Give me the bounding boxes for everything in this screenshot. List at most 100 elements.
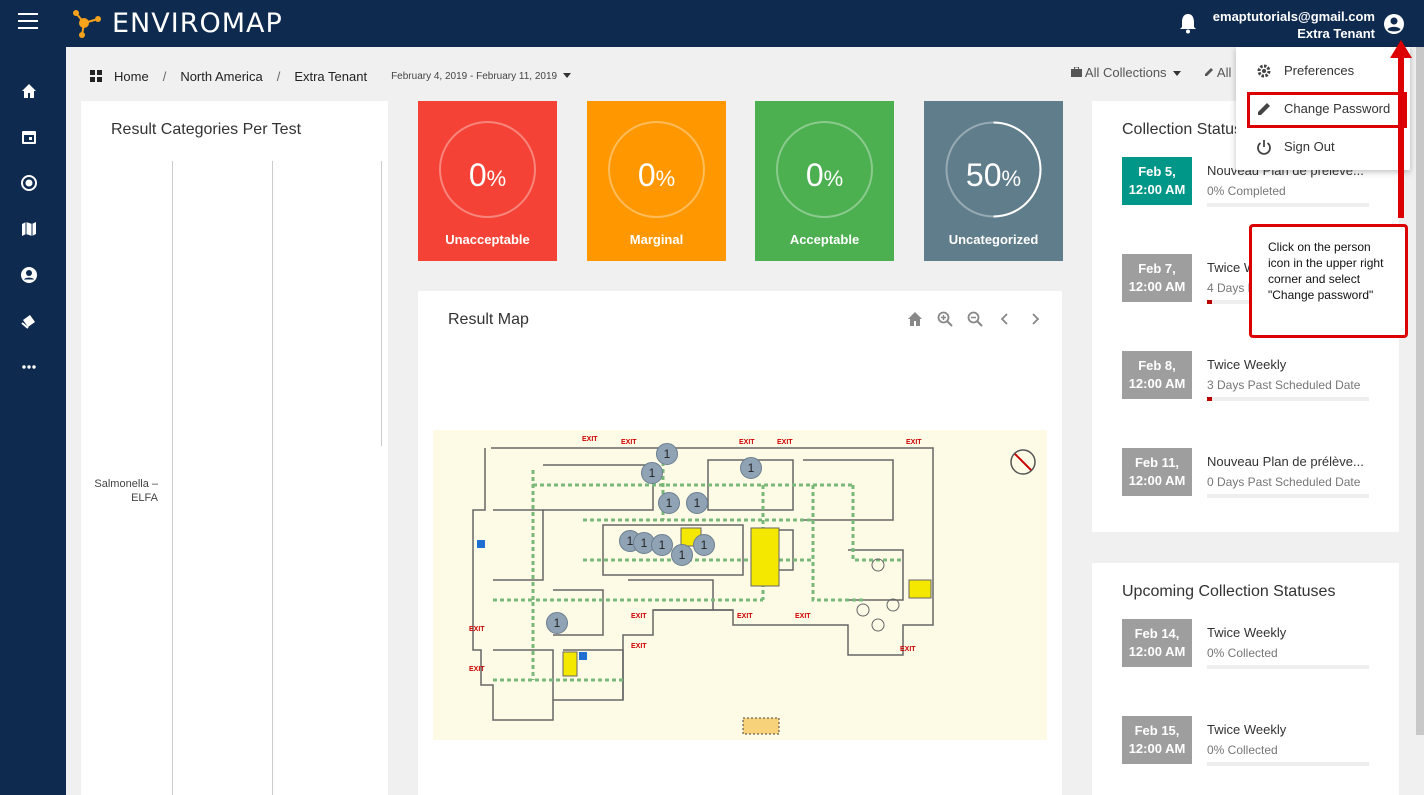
- exit-sign: EXIT: [795, 613, 811, 620]
- breadcrumb-home[interactable]: Home: [114, 69, 149, 84]
- progress-fill: [1207, 300, 1212, 304]
- stat-label: Acceptable: [789, 232, 860, 247]
- card-title: Upcoming Collection Statuses: [1122, 583, 1336, 600]
- date-line: Feb 7,: [1138, 261, 1176, 276]
- date-range-text: February 4, 2019 - February 11, 2019: [391, 70, 558, 82]
- date-range-picker[interactable]: February 4, 2019 - February 11, 2019: [391, 70, 572, 82]
- map-marker[interactable]: 1: [641, 462, 663, 484]
- time-line: 12:00 AM: [1128, 182, 1186, 197]
- collection-title[interactable]: Twice Weekly: [1207, 625, 1286, 640]
- tags-icon[interactable]: [20, 312, 38, 330]
- home-icon[interactable]: [20, 82, 38, 100]
- briefcase-icon: [1071, 66, 1082, 77]
- progress-bar: [1207, 494, 1369, 498]
- breadcrumb-region[interactable]: North America: [180, 69, 262, 84]
- collections-filter-label: All Collections: [1084, 65, 1167, 80]
- stat-percent: 0%: [755, 157, 894, 194]
- collection-subtitle: 0% Completed: [1207, 184, 1286, 198]
- exit-sign: EXIT: [469, 626, 485, 633]
- map-marker[interactable]: 1: [546, 612, 568, 634]
- chevron-right-icon[interactable]: [1027, 311, 1043, 327]
- tutorial-arrow-shaft: [1398, 52, 1404, 218]
- collection-subtitle: 0% Collected: [1207, 743, 1278, 757]
- secondary-filter[interactable]: All: [1204, 65, 1231, 80]
- collections-filter[interactable]: All Collections: [1071, 65, 1181, 80]
- user-icon[interactable]: [20, 266, 38, 284]
- chart-category-label: Salmonella – ELFA: [81, 477, 158, 505]
- collection-title[interactable]: Nouveau Plan de prélève...: [1207, 454, 1364, 469]
- stat-unacceptable[interactable]: 0% Unacceptable: [418, 101, 557, 261]
- stat-acceptable[interactable]: 0% Acceptable: [755, 101, 894, 261]
- zoom-out-icon[interactable]: [967, 311, 983, 327]
- collection-subtitle: 0% Collected: [1207, 646, 1278, 660]
- brand-name: ENVIROMAP: [112, 8, 283, 39]
- map-marker[interactable]: 1: [740, 457, 762, 479]
- hamburger-menu-icon[interactable]: [18, 13, 38, 29]
- map-marker[interactable]: 1: [693, 534, 715, 556]
- progress-fill: [1207, 397, 1212, 401]
- breadcrumb-tenant[interactable]: Extra Tenant: [294, 69, 367, 84]
- target-icon[interactable]: [20, 174, 38, 192]
- calendar-icon[interactable]: [20, 128, 38, 146]
- map-marker[interactable]: 1: [656, 443, 678, 465]
- collection-subtitle: 0 Days Past Scheduled Date: [1207, 475, 1361, 489]
- date-line: Feb 14,: [1134, 626, 1180, 641]
- date-badge: Feb 11, 12:00 AM: [1122, 448, 1192, 496]
- exit-sign: EXIT: [582, 436, 598, 443]
- stat-value: 0: [805, 157, 824, 193]
- map-marker[interactable]: 1: [651, 534, 673, 556]
- logo[interactable]: ENVIROMAP: [72, 8, 283, 39]
- progress-bar: [1207, 203, 1369, 207]
- stat-label: Unacceptable: [445, 232, 530, 247]
- progress-bar: [1207, 397, 1369, 401]
- collection-subtitle: 3 Days Past Scheduled Date: [1207, 378, 1361, 392]
- notification-bell-icon[interactable]: [1178, 12, 1198, 34]
- exit-sign: EXIT: [906, 439, 922, 446]
- map-marker[interactable]: 1: [686, 492, 708, 514]
- menu-item-label: Sign Out: [1284, 139, 1335, 154]
- breadcrumb: Home / North America / Extra Tenant Febr…: [90, 66, 572, 86]
- stat-label: Uncategorized: [948, 232, 1039, 247]
- dashboard-grid-icon: [90, 70, 102, 82]
- floor-plan-drawing: [472, 447, 1036, 735]
- stat-unit: %: [1001, 166, 1022, 191]
- stat-unit: %: [655, 166, 676, 191]
- map-home-icon[interactable]: [907, 311, 923, 327]
- time-line: 12:00 AM: [1128, 644, 1186, 659]
- account-person-icon[interactable]: [1383, 13, 1405, 35]
- zoom-in-icon[interactable]: [937, 311, 953, 327]
- stat-marginal[interactable]: 0% Marginal: [587, 101, 726, 261]
- sidebar: [0, 47, 66, 795]
- collection-title[interactable]: Twice Weekly: [1207, 357, 1286, 372]
- stat-label: Marginal: [629, 232, 684, 247]
- change-password-highlight: [1247, 92, 1407, 128]
- page-scrollbar[interactable]: [1416, 47, 1424, 735]
- progress-bar: [1207, 665, 1369, 669]
- date-line: Feb 5,: [1138, 164, 1176, 179]
- menu-item-sign-out[interactable]: Sign Out: [1236, 131, 1410, 163]
- exit-sign: EXIT: [469, 666, 485, 673]
- exit-sign: EXIT: [777, 439, 793, 446]
- breadcrumb-separator: /: [276, 68, 281, 84]
- date-badge: Feb 5, 12:00 AM: [1122, 157, 1192, 205]
- date-line: Feb 15,: [1134, 723, 1180, 738]
- user-tenant: Extra Tenant: [1297, 26, 1375, 41]
- map-icon[interactable]: [20, 220, 38, 238]
- map-marker[interactable]: 1: [658, 492, 680, 514]
- floor-plan-map[interactable]: EXIT EXIT EXIT EXIT EXIT EXIT EXIT EXIT …: [433, 430, 1047, 740]
- stat-unit: %: [823, 166, 844, 191]
- chevron-left-icon[interactable]: [997, 311, 1013, 327]
- date-badge: Feb 15, 12:00 AM: [1122, 716, 1192, 764]
- stat-percent: 50%: [924, 157, 1063, 194]
- date-line: Feb 11,: [1134, 455, 1180, 470]
- date-line: Feb 8,: [1138, 358, 1176, 373]
- chart-grid-line: [272, 161, 273, 795]
- menu-item-preferences[interactable]: Preferences: [1236, 55, 1410, 87]
- collection-title[interactable]: Twice Weekly: [1207, 722, 1286, 737]
- exit-sign: EXIT: [739, 439, 755, 446]
- more-icon[interactable]: [20, 358, 38, 376]
- stat-uncategorized[interactable]: 50% Uncategorized: [924, 101, 1063, 261]
- top-bar: ENVIROMAP emaptutorials@gmail.com Extra …: [0, 0, 1424, 47]
- map-marker[interactable]: 1: [671, 544, 693, 566]
- progress-bar: [1207, 762, 1369, 766]
